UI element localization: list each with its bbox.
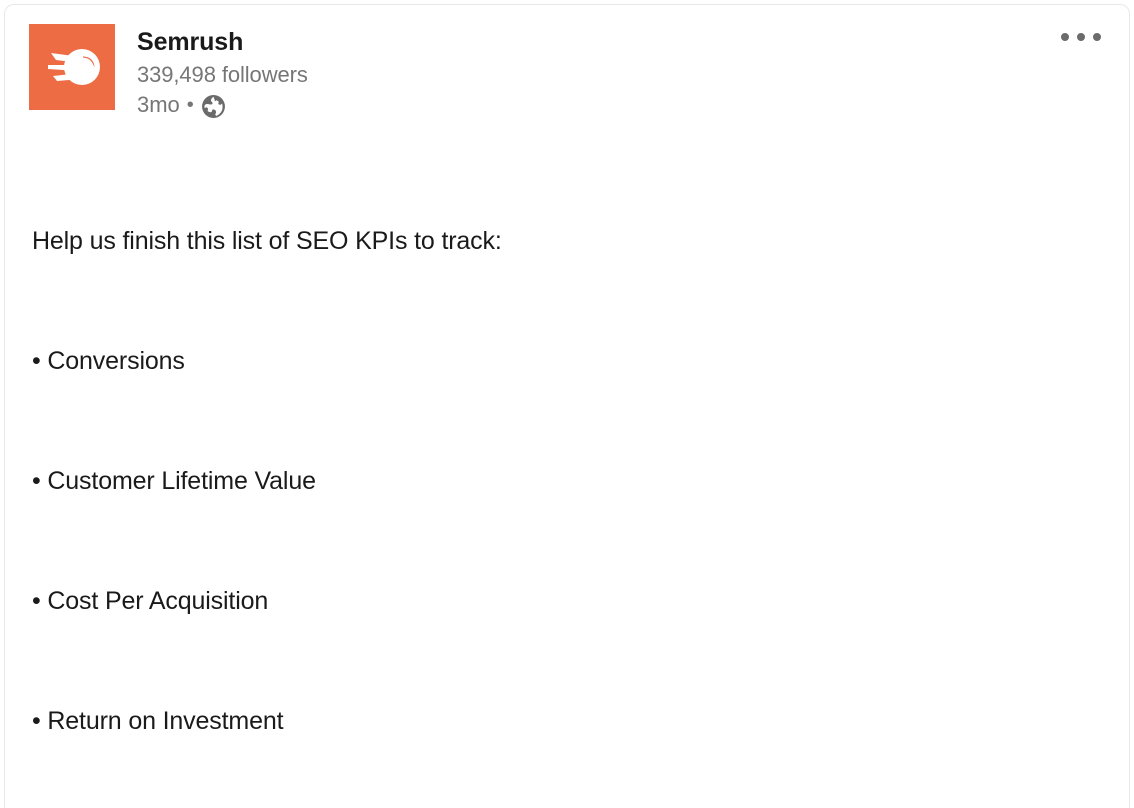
company-logo-link[interactable] bbox=[29, 24, 115, 110]
linkedin-post-card: Semrush 339,498 followers 3mo • Help us … bbox=[4, 4, 1130, 808]
semrush-comet-logo-icon bbox=[29, 24, 115, 110]
bullet-item: • Return on Investment bbox=[32, 706, 284, 735]
bullet-item: • Customer Lifetime Value bbox=[32, 466, 316, 495]
post-content-text[interactable]: Help us finish this list of SEO KPIs to … bbox=[5, 120, 1129, 808]
bullet-item: • Cost Per Acquisition bbox=[32, 586, 269, 615]
screenshot-viewport: Semrush 339,498 followers 3mo • Help us … bbox=[0, 0, 1134, 808]
menu-dot bbox=[1093, 33, 1101, 41]
globe-icon bbox=[201, 94, 226, 119]
post-intro-line: Help us finish this list of SEO KPIs to … bbox=[32, 226, 502, 255]
menu-dot bbox=[1077, 33, 1085, 41]
bullet-item: • Conversions bbox=[32, 346, 185, 375]
meta-separator: • bbox=[186, 94, 194, 117]
post-header: Semrush 339,498 followers 3mo • bbox=[5, 5, 1129, 120]
company-name[interactable]: Semrush bbox=[137, 28, 308, 58]
follower-count: 339,498 followers bbox=[137, 61, 308, 87]
post-meta: 3mo • bbox=[137, 91, 308, 120]
author-info: Semrush 339,498 followers 3mo • bbox=[137, 24, 308, 120]
post-timestamp: 3mo bbox=[137, 92, 180, 118]
menu-dot bbox=[1061, 33, 1069, 41]
ellipsis-horizontal-icon[interactable] bbox=[1055, 27, 1107, 47]
